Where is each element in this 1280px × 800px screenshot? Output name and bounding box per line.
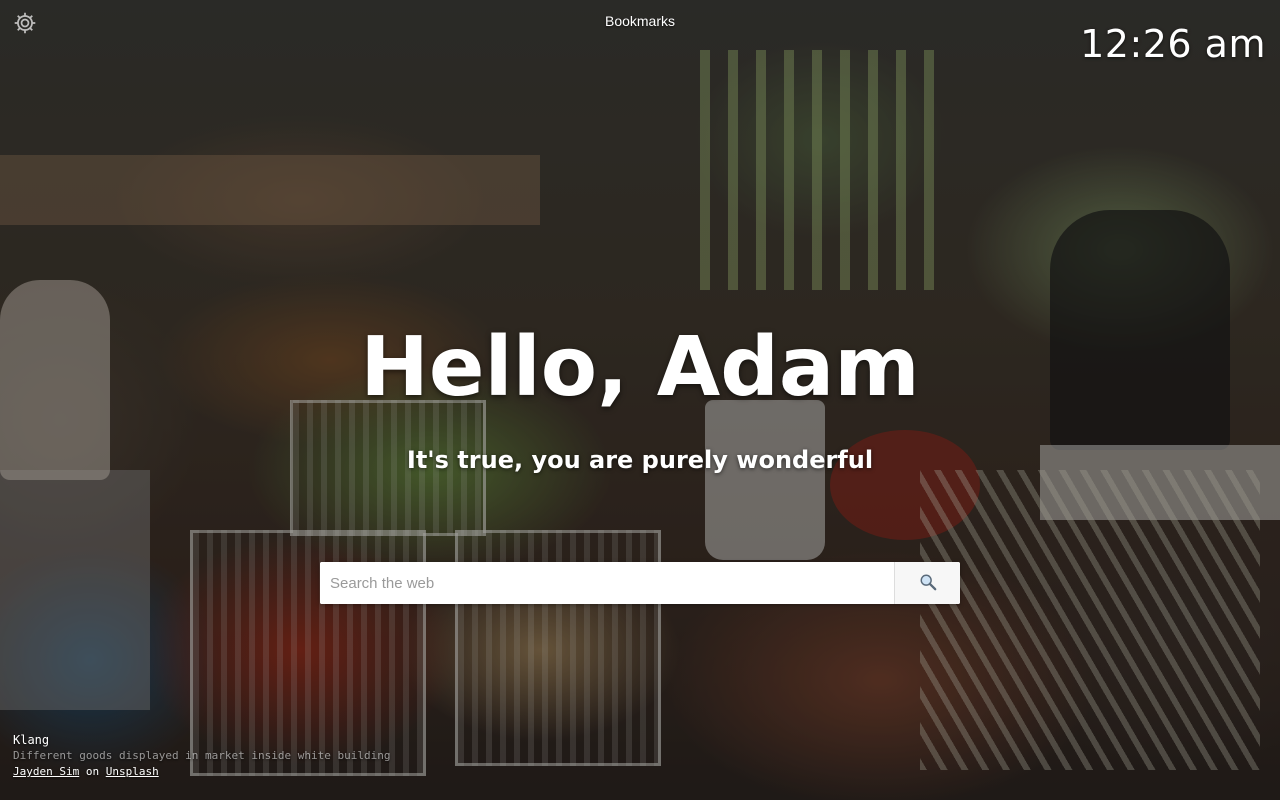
unsplash-link[interactable]: Unsplash bbox=[106, 765, 159, 778]
photo-description: Different goods displayed in market insi… bbox=[13, 749, 391, 762]
greeting-tagline: It's true, you are purely wonderful bbox=[406, 446, 874, 474]
search-bar bbox=[320, 562, 960, 604]
greeting-title: Hello, Adam bbox=[360, 320, 920, 415]
search-input[interactable] bbox=[320, 562, 894, 604]
attribution-separator: on bbox=[85, 765, 100, 778]
search-icon bbox=[919, 573, 937, 594]
search-button[interactable] bbox=[894, 562, 960, 604]
clock: 12:26 am bbox=[1080, 22, 1266, 66]
photo-credit: Klang Different goods displayed in marke… bbox=[13, 732, 391, 780]
photographer-link[interactable]: Jayden Sim bbox=[13, 765, 79, 778]
photo-location: Klang bbox=[13, 733, 50, 747]
bookmarks-link[interactable]: Bookmarks bbox=[605, 13, 675, 29]
gear-icon[interactable] bbox=[12, 10, 38, 36]
photo-attribution: Jayden Sim on Unsplash bbox=[13, 764, 391, 780]
